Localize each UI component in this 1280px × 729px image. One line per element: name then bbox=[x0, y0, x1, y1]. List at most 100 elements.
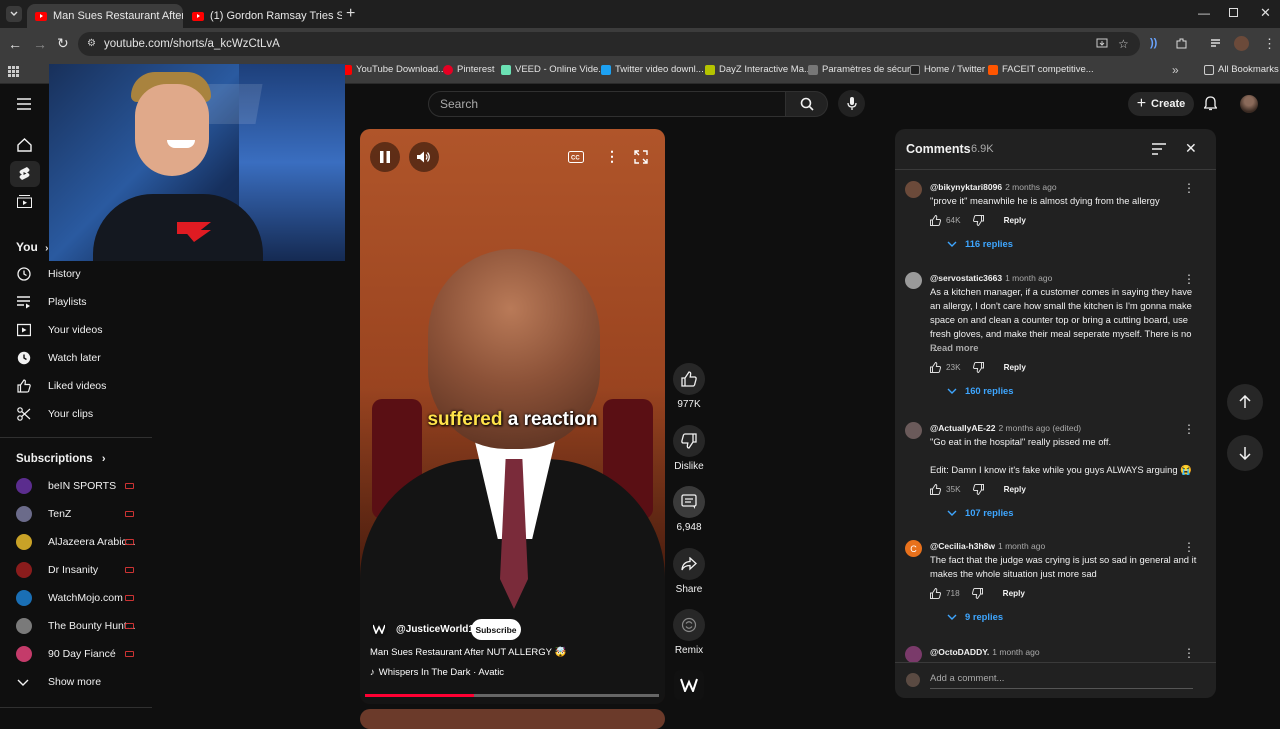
subscriptions-icon[interactable] bbox=[17, 195, 32, 208]
extensions-puzzle-icon[interactable] bbox=[1175, 37, 1188, 50]
home-icon[interactable] bbox=[17, 138, 32, 152]
you-section-header[interactable]: You › bbox=[16, 240, 48, 254]
bookmark-item[interactable]: DayZ Interactive Ma... bbox=[705, 64, 812, 75]
view-replies-button[interactable]: 160 replies bbox=[947, 385, 1013, 396]
install-app-icon[interactable] bbox=[1096, 38, 1108, 50]
user-avatar[interactable] bbox=[1240, 95, 1258, 113]
sidebar-item-watch-later[interactable]: Watch later bbox=[0, 345, 152, 371]
pause-button[interactable] bbox=[370, 142, 400, 172]
view-replies-button[interactable]: 9 replies bbox=[947, 611, 1003, 622]
commenter-avatar[interactable] bbox=[905, 646, 922, 663]
thumbs-up-icon[interactable] bbox=[930, 588, 941, 599]
media-control-icon[interactable] bbox=[1210, 38, 1223, 49]
browser-menu-icon[interactable]: ⋮ bbox=[1263, 36, 1276, 52]
search-input[interactable]: Search bbox=[428, 91, 786, 117]
channel-name[interactable]: @JusticeWorld1 bbox=[396, 624, 474, 635]
bookmark-item[interactable]: Pinterest bbox=[443, 64, 495, 75]
sidebar-subscription-item[interactable]: TenZ bbox=[0, 501, 152, 527]
more-bookmarks-icon[interactable]: » bbox=[1172, 63, 1179, 77]
channel-avatar[interactable] bbox=[370, 620, 388, 638]
reply-button[interactable]: Reply bbox=[1004, 485, 1026, 494]
reply-button[interactable]: Reply bbox=[1004, 216, 1026, 225]
comment-menu-icon[interactable]: ⋮ bbox=[1183, 540, 1195, 554]
view-replies-button[interactable]: 116 replies bbox=[947, 238, 1013, 249]
music-link[interactable]: ♪ Whispers In The Dark · Avatic bbox=[370, 667, 504, 678]
dislike-button[interactable]: Dislike bbox=[672, 425, 706, 472]
read-more-link[interactable]: Read more bbox=[930, 341, 1198, 355]
sidebar-item-your-clips[interactable]: Your clips bbox=[0, 401, 152, 427]
channel-thumbnail[interactable] bbox=[674, 670, 704, 700]
hamburger-menu-icon[interactable] bbox=[17, 98, 31, 110]
previous-short-button[interactable] bbox=[1227, 384, 1263, 420]
progress-bar[interactable] bbox=[365, 694, 659, 697]
comment-menu-icon[interactable]: ⋮ bbox=[1183, 181, 1195, 195]
share-button[interactable]: Share bbox=[672, 548, 706, 595]
commenter-avatar[interactable] bbox=[905, 422, 922, 439]
all-bookmarks-folder[interactable]: All Bookmarks bbox=[1204, 64, 1279, 75]
thumbs-down-icon[interactable] bbox=[971, 588, 983, 599]
comment-menu-icon[interactable]: ⋮ bbox=[1183, 422, 1195, 436]
comment-author[interactable]: @OctoDADDY. 1 month ago bbox=[930, 647, 1040, 657]
tab-inactive[interactable]: (1) Gordon Ramsay Tries Sushi ✕ bbox=[184, 4, 342, 28]
comments-button[interactable]: 6,948 bbox=[672, 486, 706, 533]
next-short-button[interactable] bbox=[1227, 435, 1263, 471]
comment-author[interactable]: @bikynyktari8096 2 months ago bbox=[930, 182, 1057, 192]
restore-icon[interactable] bbox=[1229, 8, 1238, 17]
like-button[interactable]: 977K bbox=[672, 363, 706, 410]
video-title[interactable]: Man Sues Restaurant After NUT ALLERGY 🤯 bbox=[370, 647, 566, 658]
extension-icon[interactable]: )) bbox=[1150, 37, 1157, 49]
sidebar-item-your-videos[interactable]: Your videos bbox=[0, 317, 152, 343]
sidebar-subscription-item[interactable]: The Bounty Hunt... bbox=[0, 613, 152, 639]
voice-search-button[interactable] bbox=[838, 90, 865, 117]
bookmark-item[interactable]: VEED - Online Vide... bbox=[501, 64, 606, 75]
address-bar[interactable]: ⚙ youtube.com/shorts/a_kcWzCtLvA ☆ bbox=[78, 32, 1140, 56]
show-more-button[interactable]: Show more bbox=[0, 669, 152, 695]
close-window-icon[interactable]: ✕ bbox=[1260, 5, 1271, 21]
commenter-avatar[interactable] bbox=[905, 272, 922, 289]
subscribe-button[interactable]: Subscribe bbox=[471, 619, 521, 640]
sidebar-subscription-item[interactable]: WatchMojo.com bbox=[0, 585, 152, 611]
comment-author[interactable]: @servostatic3663 1 month ago bbox=[930, 273, 1052, 283]
remix-button[interactable]: Remix bbox=[672, 609, 706, 656]
commenter-avatar[interactable] bbox=[905, 181, 922, 198]
site-info-icon[interactable]: ⚙ bbox=[87, 32, 96, 56]
fullscreen-icon[interactable] bbox=[634, 150, 648, 164]
sidebar-subscription-item[interactable]: AlJazeera Arabic... bbox=[0, 529, 152, 555]
sidebar-subscription-item[interactable]: 90 Day Fiancé bbox=[0, 641, 152, 667]
thumbs-down-icon[interactable] bbox=[972, 362, 984, 373]
reply-button[interactable]: Reply bbox=[1003, 589, 1025, 598]
thumbs-down-icon[interactable] bbox=[972, 215, 984, 226]
reload-icon[interactable]: ↻ bbox=[57, 35, 69, 52]
volume-button[interactable] bbox=[409, 142, 439, 172]
tab-active[interactable]: Man Sues Restaurant After ✕ bbox=[27, 4, 183, 28]
view-replies-button[interactable]: 107 replies bbox=[947, 507, 1013, 518]
bookmark-item[interactable]: Paramètres de sécur... bbox=[808, 64, 918, 75]
new-tab-icon[interactable]: + bbox=[346, 5, 355, 23]
bookmark-item[interactable]: Twitter video downl... bbox=[601, 64, 704, 75]
bookmark-item[interactable]: YouTube Download... bbox=[342, 64, 446, 75]
subscriptions-header[interactable]: Subscriptions › bbox=[16, 453, 106, 465]
commenter-avatar[interactable]: C bbox=[905, 540, 922, 557]
minimize-icon[interactable]: — bbox=[1198, 6, 1210, 20]
captions-icon[interactable]: CC bbox=[568, 151, 584, 163]
comment-menu-icon[interactable]: ⋮ bbox=[1183, 646, 1195, 660]
add-comment-input[interactable]: Add a comment... bbox=[930, 671, 1193, 689]
shorts-nav-item[interactable] bbox=[10, 161, 40, 187]
reply-button[interactable]: Reply bbox=[1004, 363, 1026, 372]
comment-author[interactable]: @ActuallyAE-22 2 months ago (edited) bbox=[930, 423, 1081, 433]
sidebar-subscription-item[interactable]: Dr Insanity bbox=[0, 557, 152, 583]
tab-search-button[interactable] bbox=[6, 6, 22, 22]
notifications-bell-icon[interactable] bbox=[1204, 96, 1217, 111]
thumbs-down-icon[interactable] bbox=[972, 484, 984, 495]
sidebar-subscription-item[interactable]: beIN SPORTS bbox=[0, 473, 152, 499]
create-button[interactable]: + Create bbox=[1128, 92, 1194, 116]
bookmark-item[interactable]: Home / Twitter bbox=[910, 64, 985, 75]
close-comments-icon[interactable]: ✕ bbox=[1185, 140, 1197, 157]
more-options-icon[interactable]: ⋮ bbox=[605, 148, 619, 165]
next-short-thumbnail[interactable] bbox=[360, 709, 665, 729]
comment-menu-icon[interactable]: ⋮ bbox=[1183, 272, 1195, 286]
sidebar-item-playlists[interactable]: Playlists bbox=[0, 289, 152, 315]
apps-grid-icon[interactable] bbox=[8, 66, 19, 77]
thumbs-up-icon[interactable] bbox=[930, 215, 941, 226]
sidebar-item-liked-videos[interactable]: Liked videos bbox=[0, 373, 152, 399]
